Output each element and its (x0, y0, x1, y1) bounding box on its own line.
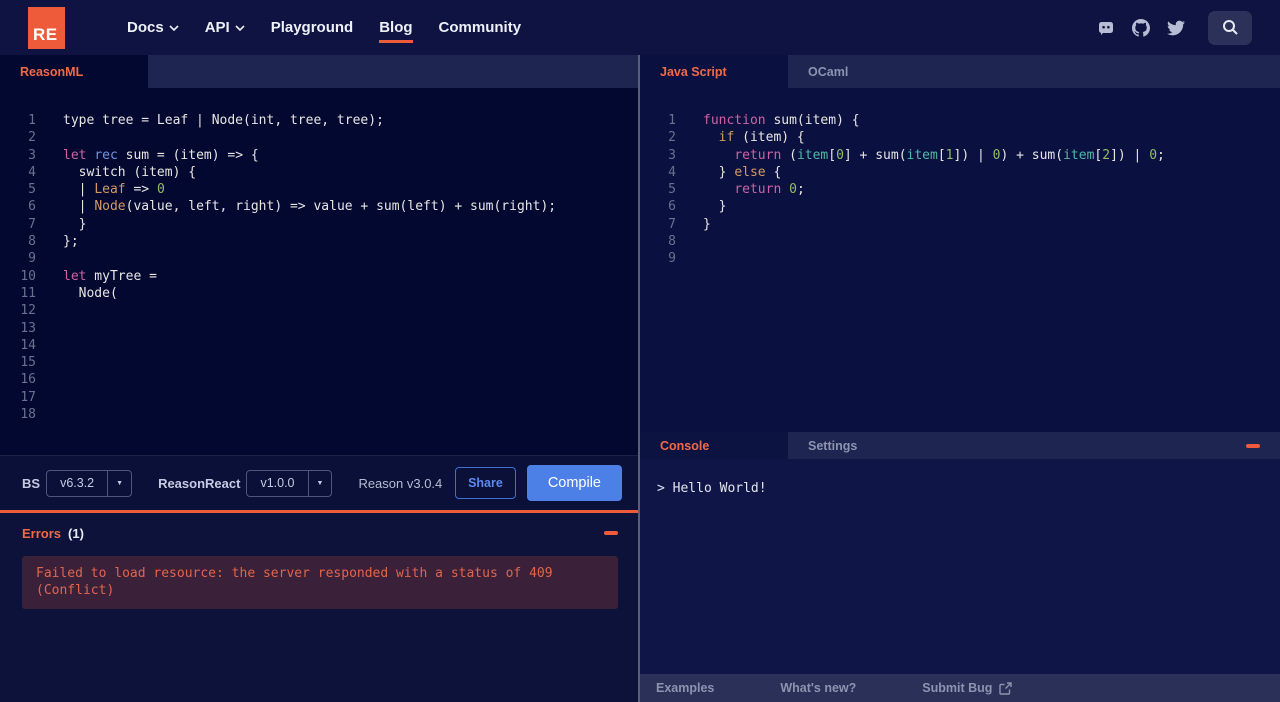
collapse-errors-button[interactable] (604, 531, 618, 535)
share-button[interactable]: Share (455, 467, 516, 499)
bs-version-value: v6.3.2 (60, 476, 95, 490)
examples-link[interactable]: Examples (656, 681, 714, 695)
tab-ocaml[interactable]: OCaml (788, 55, 936, 88)
console-output-line: > Hello World! (657, 481, 767, 496)
chevron-down-icon (235, 25, 245, 31)
playground-footer: Examples What's new? Submit Bug (640, 674, 1280, 702)
search-icon (1222, 20, 1238, 35)
nav-social-icons (1097, 10, 1252, 45)
reason-panel: ReasonML 1 2 3 4 5 6 7 8 9 10 11 12 13 14 15 16 17 18 typ… (0, 55, 638, 702)
errors-header: Errors (1) (0, 513, 638, 553)
reasonreact-version-select[interactable]: v1.0.0 ▼ (246, 469, 333, 497)
reason-logo[interactable]: RE (28, 6, 65, 49)
nav-label: Playground (270, 18, 354, 36)
js-output-editor[interactable]: 123456789 function sum(item) { if (item)… (640, 88, 1280, 432)
discord-icon[interactable] (1097, 19, 1115, 37)
reasonreact-label: ReasonReact (158, 475, 241, 491)
nav-label: Blog (379, 18, 413, 36)
error-line: Failed to load resource: the server resp… (36, 566, 553, 581)
reasonreact-version-value: v1.0.0 (260, 476, 295, 490)
output-panel: Java Script OCaml 123456789 function sum… (640, 55, 1280, 702)
nav-label: API (204, 18, 230, 36)
top-nav: RE Docs API Playground Blog Community (0, 0, 1280, 55)
nav-item-community[interactable]: Community (439, 13, 522, 43)
playground-main: ReasonML 1 2 3 4 5 6 7 8 9 10 11 12 13 14 15 16 17 18 typ… (0, 55, 1280, 702)
whats-new-link[interactable]: What's new? (780, 681, 856, 695)
nav-item-blog[interactable]: Blog (379, 13, 413, 43)
output-tabstrip: Java Script OCaml (640, 55, 1280, 88)
tab-console[interactable]: Console (640, 432, 788, 459)
nav-item-docs[interactable]: Docs (127, 13, 179, 43)
reason-tabstrip: ReasonML (0, 55, 638, 88)
nav-label: Community (438, 18, 522, 36)
tab-settings[interactable]: Settings (788, 432, 936, 459)
line-number-gutter: 1 2 3 4 5 6 7 8 9 10 11 12 13 14 15 16 17 18 (20, 113, 36, 423)
tab-javascript[interactable]: Java Script (640, 55, 788, 88)
dropdown-arrow-icon: ▼ (107, 470, 131, 496)
nav-menu: Docs API Playground Blog Community (127, 13, 521, 43)
nav-item-playground[interactable]: Playground (271, 13, 354, 43)
errors-count-badge: (1) (68, 525, 84, 541)
reason-code[interactable]: type tree = Leaf | Node(int, tree, tree)… (36, 112, 556, 455)
github-icon[interactable] (1132, 18, 1150, 37)
nav-item-api[interactable]: API (205, 13, 245, 43)
line-number-gutter: 123456789 (668, 113, 676, 267)
bs-label: BS (22, 475, 41, 491)
console-output-area: > Hello World! (640, 459, 1280, 674)
dropdown-arrow-icon: ▼ (307, 470, 332, 496)
reason-version-text: Reason v3.0.4 (358, 475, 443, 491)
nav-label: Docs (127, 18, 164, 36)
compiler-toolbar: BS v6.3.2 ▼ ReasonReact v1.0.0 ▼ Reason … (0, 455, 638, 510)
reason-code-editor[interactable]: 1 2 3 4 5 6 7 8 9 10 11 12 13 14 15 16 17 18 type tree = … (0, 88, 638, 455)
submit-bug-link[interactable]: Submit Bug (922, 681, 1013, 695)
collapse-console-button[interactable] (1246, 443, 1260, 448)
compile-button[interactable]: Compile (526, 465, 622, 501)
tab-reasonml[interactable]: ReasonML (0, 55, 148, 88)
js-code: function sum(item) { if (item) { return … (703, 113, 1165, 232)
external-link-icon (999, 681, 1013, 695)
search-button[interactable] (1208, 10, 1252, 45)
error-line: (Conflict) (36, 583, 115, 599)
errors-section: Errors (1) Failed to load resource: the … (0, 510, 638, 702)
chevron-down-icon (169, 25, 179, 31)
twitter-icon[interactable] (1167, 19, 1185, 37)
logo-text: RE (33, 24, 58, 44)
bs-version-select[interactable]: v6.3.2 ▼ (46, 469, 133, 497)
submit-bug-label: Submit Bug (922, 681, 993, 695)
error-message: Failed to load resource: the server resp… (22, 556, 618, 609)
errors-title: Errors (22, 525, 62, 541)
console-header: Console Settings (640, 432, 1280, 459)
